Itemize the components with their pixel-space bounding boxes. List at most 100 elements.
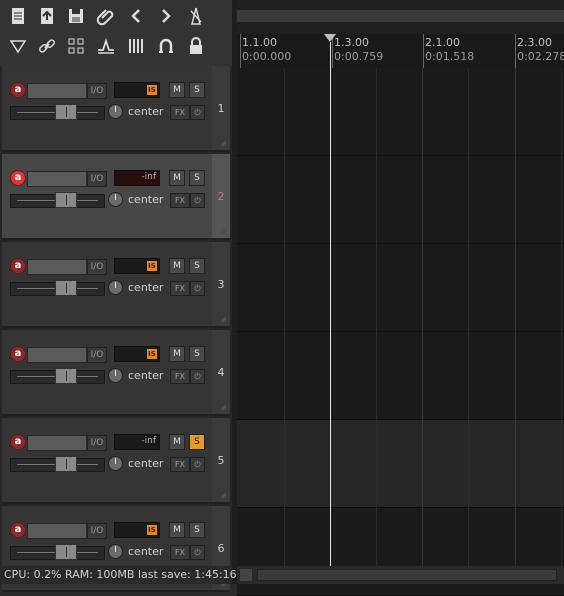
redo-icon[interactable]	[154, 4, 178, 28]
solo-button[interactable]: S	[189, 82, 205, 98]
fx-bypass-button[interactable]: ⏻	[190, 457, 205, 472]
mute-button[interactable]: M	[169, 82, 185, 98]
save-project-icon[interactable]	[64, 4, 88, 28]
peak-meter[interactable]: IS	[114, 82, 160, 98]
mute-button[interactable]: M	[169, 258, 185, 274]
peak-meter[interactable]: IS	[114, 346, 160, 362]
solo-button[interactable]: S	[189, 258, 205, 274]
fx-bypass-button[interactable]: ⏻	[190, 369, 205, 384]
solo-button[interactable]: S	[189, 522, 205, 538]
fader-handle[interactable]	[55, 192, 77, 208]
fader-handle[interactable]	[55, 104, 77, 120]
pan-knob[interactable]	[108, 456, 123, 471]
track-number-area[interactable]: 3	[212, 242, 230, 326]
record-arm-button[interactable]: a	[10, 522, 26, 538]
track-name-field[interactable]	[27, 83, 87, 99]
solo-button[interactable]: S	[189, 346, 205, 362]
track-4[interactable]: a I/O IS M S center FX ⏻ 4	[2, 330, 230, 416]
region-bar[interactable]	[237, 10, 564, 22]
fader-handle[interactable]	[55, 368, 77, 384]
volume-fader[interactable]	[10, 544, 105, 560]
metronome-icon[interactable]	[184, 4, 208, 28]
pan-knob[interactable]	[108, 368, 123, 383]
io-button[interactable]: I/O	[87, 347, 107, 363]
track-name-field[interactable]	[27, 347, 87, 363]
pan-knob[interactable]	[108, 544, 123, 559]
track-name-field[interactable]	[27, 171, 87, 187]
fader-handle[interactable]	[55, 456, 77, 472]
link-icon[interactable]	[35, 34, 59, 58]
record-arm-button[interactable]: a	[10, 258, 26, 274]
io-button[interactable]: I/O	[87, 523, 107, 539]
pan-knob[interactable]	[108, 104, 123, 119]
pan-knob[interactable]	[108, 192, 123, 207]
solo-button[interactable]: S	[189, 434, 205, 450]
track-2[interactable]: a I/O -inf M S center FX ⏻ 2	[2, 154, 230, 240]
attach-icon[interactable]	[94, 4, 118, 28]
scroll-left-button[interactable]	[240, 569, 252, 581]
volume-fader[interactable]	[10, 192, 105, 208]
solo-button[interactable]: S	[189, 170, 205, 186]
track-number-area[interactable]: 2	[212, 154, 230, 238]
io-button[interactable]: I/O	[87, 259, 107, 275]
volume-fader[interactable]	[10, 104, 105, 120]
fader-handle[interactable]	[55, 280, 77, 296]
lock-icon[interactable]	[184, 34, 208, 58]
volume-fader[interactable]	[10, 368, 105, 384]
track-resize-handle[interactable]	[220, 140, 226, 146]
scroll-thumb[interactable]	[257, 569, 557, 581]
fx-button[interactable]: FX	[170, 457, 190, 472]
track-number-area[interactable]: 5	[212, 418, 230, 502]
mute-button[interactable]: M	[169, 522, 185, 538]
track-1[interactable]: a I/O IS M S center FX ⏻ 1	[2, 66, 230, 152]
io-button[interactable]: I/O	[87, 83, 107, 99]
fx-bypass-button[interactable]: ⏻	[190, 193, 205, 208]
timeline-ruler[interactable]: 1.1.00 0:00.000 1.3.00 0:00.759 2.1.00 0:0…	[237, 34, 564, 69]
fx-button[interactable]: FX	[170, 105, 190, 120]
track-5[interactable]: a I/O -inf M S center FX ⏻ 5	[2, 418, 230, 504]
track-resize-handle[interactable]	[220, 492, 226, 498]
peak-meter[interactable]: -inf	[114, 434, 160, 450]
track-name-field[interactable]	[27, 435, 87, 451]
envelope-icon[interactable]	[94, 34, 118, 58]
peak-meter[interactable]: IS	[114, 258, 160, 274]
volume-fader[interactable]	[10, 456, 105, 472]
open-project-icon[interactable]	[35, 4, 59, 28]
record-arm-button[interactable]: a	[10, 346, 26, 362]
fader-handle[interactable]	[55, 544, 77, 560]
new-project-icon[interactable]	[6, 4, 30, 28]
record-arm-button[interactable]: a	[10, 434, 26, 450]
fx-bypass-button[interactable]: ⏻	[190, 105, 205, 120]
fx-button[interactable]: FX	[170, 193, 190, 208]
horizontal-scrollbar[interactable]	[237, 566, 564, 584]
peak-meter[interactable]: -inf	[114, 170, 160, 186]
pan-knob[interactable]	[108, 280, 123, 295]
track-number-area[interactable]: 4	[212, 330, 230, 414]
track-resize-handle[interactable]	[220, 404, 226, 410]
track-resize-handle[interactable]	[220, 228, 226, 234]
peak-meter[interactable]: IS	[114, 522, 160, 538]
fx-button[interactable]: FX	[170, 545, 190, 560]
track-number-area[interactable]: 1	[212, 66, 230, 150]
track-3[interactable]: a I/O IS M S center FX ⏻ 3	[2, 242, 230, 328]
track-resize-handle[interactable]	[220, 316, 226, 322]
snap-bars-icon[interactable]	[124, 34, 148, 58]
playhead-marker[interactable]	[324, 34, 336, 42]
io-button[interactable]: I/O	[87, 435, 107, 451]
io-button[interactable]: I/O	[87, 171, 107, 187]
fx-bypass-button[interactable]: ⏻	[190, 545, 205, 560]
record-arm-button[interactable]: a	[10, 170, 26, 186]
track-name-field[interactable]	[27, 523, 87, 539]
mute-button[interactable]: M	[169, 346, 185, 362]
fx-button[interactable]: FX	[170, 369, 190, 384]
track-name-field[interactable]	[27, 259, 87, 275]
undo-icon[interactable]	[124, 4, 148, 28]
mute-button[interactable]: M	[169, 170, 185, 186]
fx-button[interactable]: FX	[170, 281, 190, 296]
record-arm-button[interactable]: a	[10, 82, 26, 98]
item-selection-icon[interactable]	[6, 34, 30, 58]
grid-icon[interactable]	[64, 34, 88, 58]
loop-icon[interactable]	[154, 34, 178, 58]
volume-fader[interactable]	[10, 280, 105, 296]
fx-bypass-button[interactable]: ⏻	[190, 281, 205, 296]
